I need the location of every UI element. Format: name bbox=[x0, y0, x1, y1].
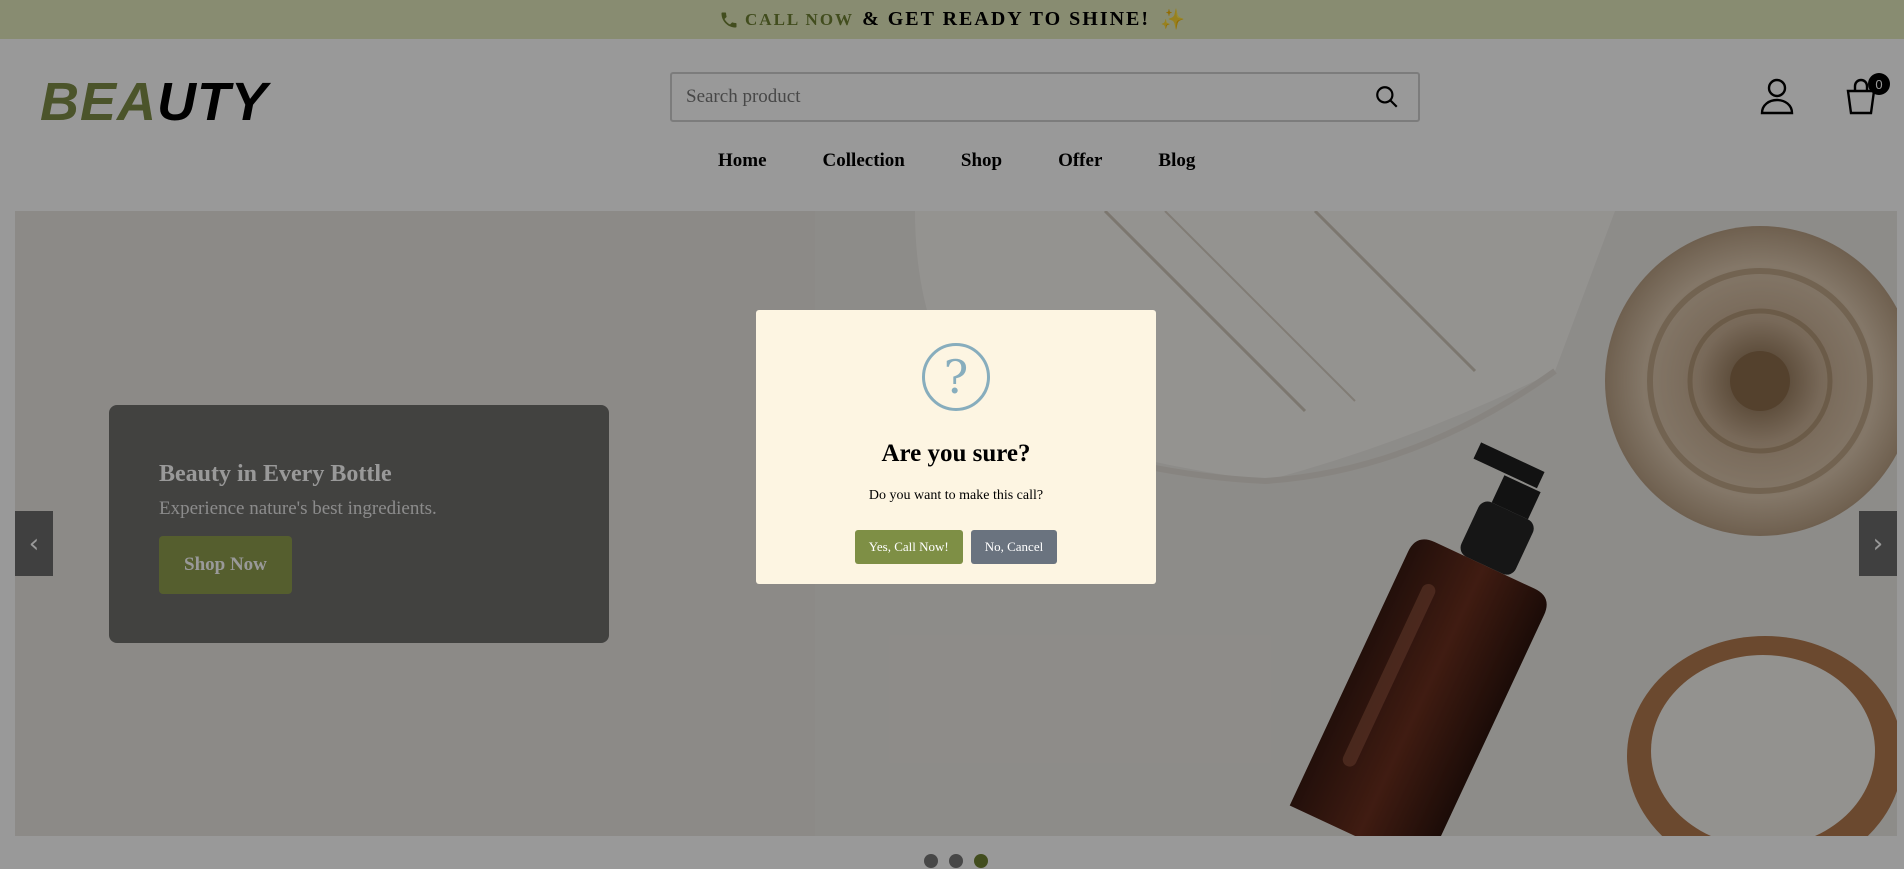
confirm-call-button[interactable]: Yes, Call Now! bbox=[854, 530, 963, 564]
question-icon: ? bbox=[922, 343, 990, 411]
dialog-title: Are you sure? bbox=[881, 440, 1031, 467]
dialog-message: Do you want to make this call? bbox=[868, 488, 1044, 503]
dialog-actions: Yes, Call Now! No, Cancel bbox=[756, 530, 1156, 564]
confirm-call-dialog: ? Are you sure? Do you want to make this… bbox=[756, 310, 1156, 584]
cancel-button[interactable]: No, Cancel bbox=[970, 530, 1058, 564]
